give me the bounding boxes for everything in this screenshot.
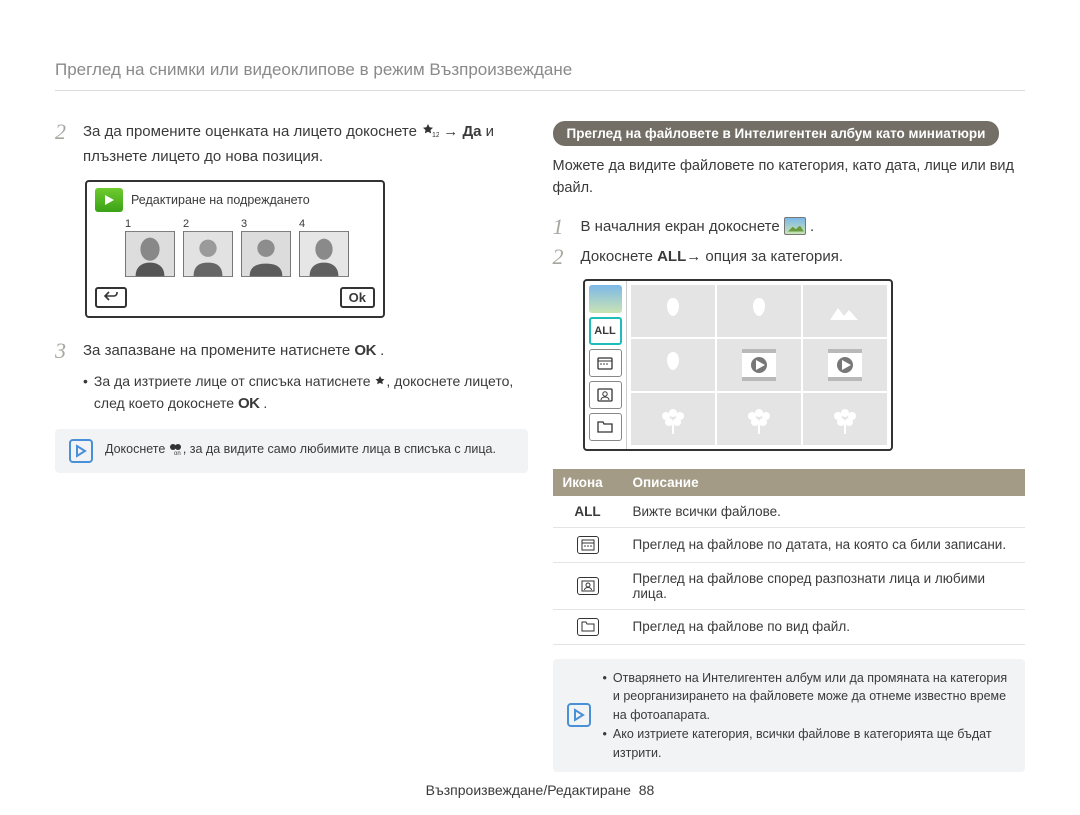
section-pill-header: Преглед на файловете в Интелигентен албу… (553, 121, 1000, 146)
thumb-flower (803, 393, 887, 445)
favorite-faces-icon: on (169, 441, 183, 461)
icon-description-table: Икона Описание ALL Вижте всички файлове.… (553, 469, 1026, 645)
folder-icon (577, 618, 599, 636)
sidebar-folder-button[interactable] (589, 413, 622, 441)
thumb-video (717, 339, 801, 391)
table-row: Преглед на файлове според разпознати лиц… (553, 562, 1026, 609)
sidebar-photo-icon[interactable] (589, 285, 622, 313)
right-step1: В началния екран докоснете . (581, 216, 815, 239)
face-thumb-2 (183, 231, 233, 277)
svg-text:on: on (174, 451, 181, 455)
note-icon (69, 439, 93, 463)
face-thumb-1 (125, 231, 175, 277)
thumb (717, 285, 801, 337)
svg-text:123: 123 (432, 132, 439, 138)
page-footer: Възпроизвеждане/Редактиране 88 (55, 782, 1025, 798)
th-icon: Икона (553, 469, 623, 496)
note-icon (567, 703, 591, 727)
right-step2: Докоснете ALL→ опция за категория. (581, 246, 844, 269)
step3-subbullet: • За да изтриете лице от списъка натисне… (83, 371, 528, 415)
note-box-left: Докоснете on , за да видите само любимит… (55, 429, 528, 473)
page-title: Преглед на снимки или видеоклипове в реж… (55, 60, 1025, 91)
play-mode-icon (95, 188, 123, 212)
thumb-flower (631, 393, 715, 445)
thumb-video (803, 339, 887, 391)
step-number-1-right: 1 (553, 216, 571, 239)
device-back-button[interactable] (95, 287, 127, 308)
face-icon (577, 577, 599, 595)
table-row: Преглед на файлове по датата, на която с… (553, 527, 1026, 562)
smart-album-screenshot: ALL (583, 279, 893, 451)
table-row: Преглед на файлове по вид файл. (553, 609, 1026, 644)
thumb (631, 285, 715, 337)
star-trash-icon (374, 373, 386, 393)
note-box-right: Отварянето на Интелигентен албум или да … (553, 659, 1026, 773)
device-screenshot-edit-order: Редактиране на подреждането 1 2 3 4 Ok (85, 180, 385, 318)
thumb (631, 339, 715, 391)
face-thumb-3 (241, 231, 291, 277)
step-number-2: 2 (55, 121, 73, 168)
ok-inline-icon-2: OK (238, 395, 260, 412)
star-rank-icon: 123 (421, 123, 439, 146)
device-title: Редактиране на подреждането (131, 193, 310, 207)
th-desc: Описание (623, 469, 1026, 496)
sidebar-face-button[interactable] (589, 381, 622, 409)
step-number-3: 3 (55, 340, 73, 363)
gallery-icon (784, 217, 806, 235)
face-thumb-4 (299, 231, 349, 277)
step2-text: За да промените оценката на лицето докос… (83, 121, 528, 168)
step-number-2-right: 2 (553, 246, 571, 269)
thumb-flower (717, 393, 801, 445)
date-icon (577, 536, 599, 554)
right-intro: Можете да видите файловете по категория,… (553, 156, 1026, 200)
sidebar-all-button[interactable]: ALL (589, 317, 622, 345)
thumb-mountain (803, 285, 887, 337)
table-row: ALL Вижте всички файлове. (553, 496, 1026, 528)
ok-inline-icon: OK (354, 342, 376, 359)
device-ok-button[interactable]: Ok (340, 287, 375, 308)
sidebar-date-button[interactable] (589, 349, 622, 377)
step3-text: За запазване на промените натиснете OK . (83, 340, 384, 363)
